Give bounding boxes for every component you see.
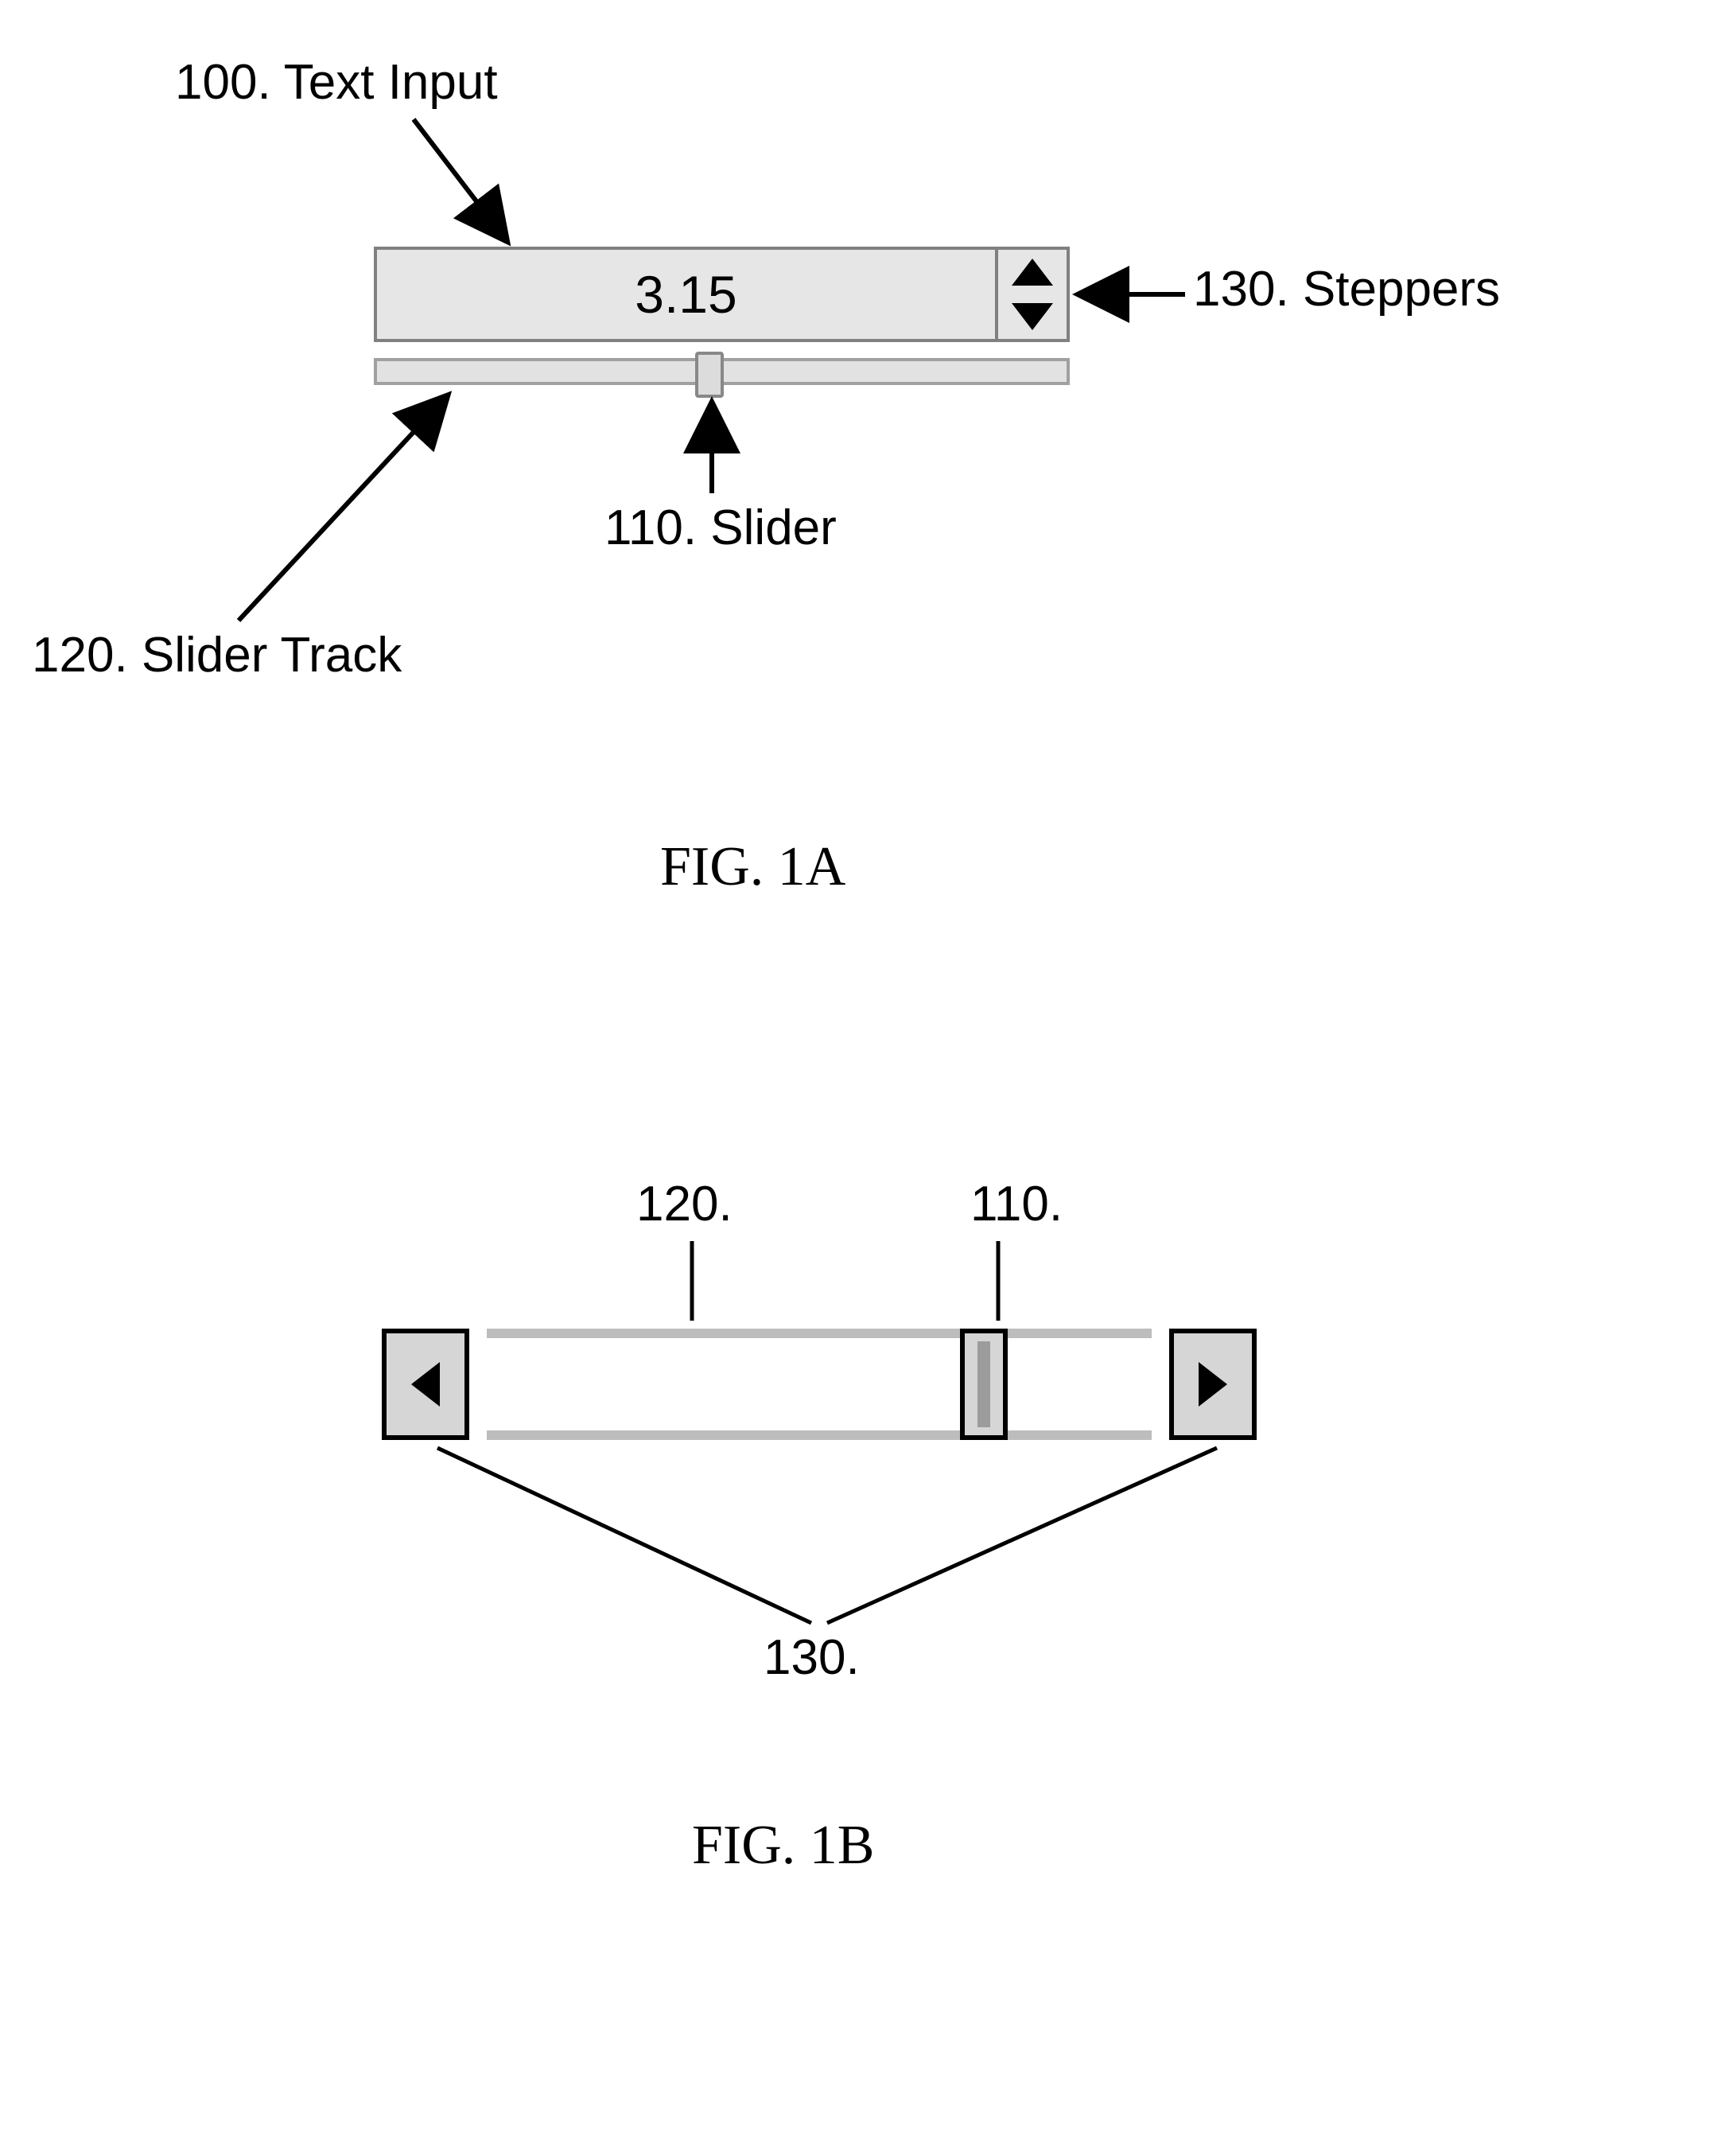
fig1a-annotations bbox=[0, 0, 1710, 875]
stepper-left-button[interactable] bbox=[382, 1329, 469, 1440]
fig1a-widget: 3.15 bbox=[374, 247, 1070, 406]
stepper-up-button[interactable] bbox=[998, 250, 1067, 294]
label-steppers-b: 130. bbox=[764, 1631, 860, 1685]
numeric-text-input[interactable]: 3.15 bbox=[374, 247, 998, 342]
label-slider-track: 120. Slider Track bbox=[32, 629, 402, 683]
fig1b-widget bbox=[382, 1329, 1257, 1440]
slider-thumb-b[interactable] bbox=[960, 1329, 1008, 1440]
slider-track-b[interactable] bbox=[487, 1329, 1152, 1440]
slider-thumb[interactable] bbox=[695, 352, 724, 398]
label-slider-b: 110. bbox=[970, 1177, 1063, 1232]
stepper-right-button[interactable] bbox=[1169, 1329, 1257, 1440]
fig1a-caption: FIG. 1A bbox=[660, 835, 845, 899]
caret-left-icon bbox=[411, 1362, 440, 1407]
stepper-down-button[interactable] bbox=[998, 294, 1067, 339]
label-slider: 110. Slider bbox=[604, 501, 837, 555]
fig1b-caption: FIG. 1B bbox=[692, 1814, 874, 1878]
label-text-input: 100. Text Input bbox=[175, 56, 498, 110]
caret-right-icon bbox=[1199, 1362, 1227, 1407]
caret-down-icon bbox=[1012, 303, 1053, 330]
label-slider-track-b: 120. bbox=[636, 1177, 733, 1232]
slider-track[interactable] bbox=[374, 358, 1070, 385]
stepper-vertical bbox=[998, 247, 1070, 342]
label-steppers: 130. Steppers bbox=[1193, 263, 1500, 317]
caret-up-icon bbox=[1012, 259, 1053, 286]
